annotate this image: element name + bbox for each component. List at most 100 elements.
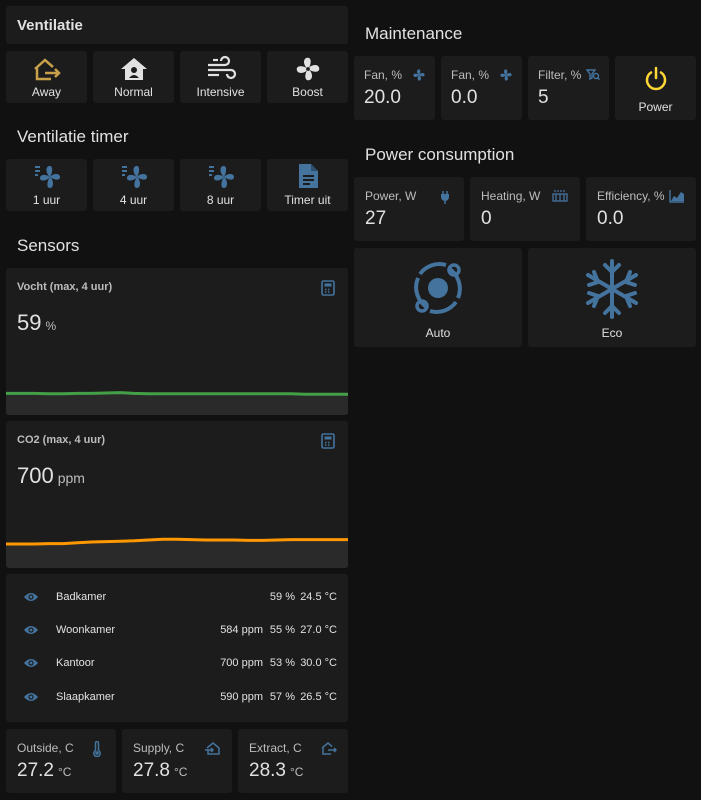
supply-temp-reading: 27.8 °C: [133, 760, 187, 782]
auto-mode-button[interactable]: Auto: [354, 248, 522, 347]
outside-temp-value: 27.2: [17, 760, 54, 781]
room-row[interactable]: Kantoor 700 ppm 53 % 30.0 °C: [6, 652, 348, 676]
humidity-history-area: [6, 392, 348, 415]
calculator-icon: [321, 280, 335, 296]
orbit-icon: [414, 262, 462, 314]
eco-mode-button[interactable]: Eco: [528, 248, 696, 347]
efficiency-value: 0.0: [597, 208, 624, 229]
co2-sensor-name: CO2 (max, 4 uur): [17, 434, 106, 446]
intensive-button[interactable]: Intensive: [180, 51, 261, 103]
supply-temp-unit: °C: [173, 765, 188, 779]
fan-icon: [296, 57, 319, 81]
snowflake-icon: [586, 259, 638, 319]
eye-icon: [24, 693, 38, 701]
power-plug-icon: [441, 191, 449, 204]
room-humidity: 53 %: [269, 657, 295, 669]
room-co2: 590 ppm: [220, 691, 263, 703]
heating-label: Heating, W: [481, 189, 541, 203]
timer-8-uur-label: 8 uur: [206, 193, 235, 207]
power-icon: [645, 66, 666, 91]
efficiency-tile[interactable]: Efficiency, % 0.0: [586, 177, 696, 241]
filter-tile[interactable]: Filter, % 5: [528, 56, 609, 120]
timer-4-uur-label: 4 uur: [119, 193, 148, 207]
extract-temp-tile[interactable]: Extract, C 28.3 °C: [238, 729, 348, 793]
room-temperature: 30.0 °C: [300, 657, 337, 669]
humidity-sensor-name: Vocht (max, 4 uur): [17, 281, 113, 293]
fan-icon: [500, 69, 512, 81]
supply-temp-tile[interactable]: Supply, C 27.8 °C: [122, 729, 232, 793]
ventilatie-header-card: Ventilatie: [6, 6, 348, 44]
away-button[interactable]: Away: [6, 51, 87, 103]
humidity-value: 59: [17, 310, 42, 335]
boost-button[interactable]: Boost: [267, 51, 348, 103]
co2-reading: 700 ppm: [17, 463, 85, 489]
room-co2: 700 ppm: [220, 657, 263, 669]
room-row[interactable]: Slaapkamer 590 ppm 57 % 26.5 °C: [6, 686, 348, 710]
extract-temp-value: 28.3: [249, 760, 286, 781]
fan-icon: [413, 69, 425, 81]
thermometer-icon: [93, 741, 101, 757]
room-co2: 584 ppm: [220, 624, 263, 636]
filter-search-icon: [586, 69, 600, 81]
co2-sensor-card[interactable]: CO2 (max, 4 uur) 700 ppm: [6, 421, 348, 568]
timer-uit-label: Timer uit: [284, 193, 331, 207]
sensors-title: Sensors: [17, 236, 80, 255]
ventilatie-title: Ventilatie: [17, 17, 83, 34]
maintenance-title: Maintenance: [365, 24, 463, 43]
extract-temp-unit: °C: [289, 765, 304, 779]
fan-supply-tile[interactable]: Fan, % 20.0: [354, 56, 435, 120]
supply-temp-value: 27.8: [133, 760, 170, 781]
fan-extract-value: 0.0: [451, 87, 478, 108]
fan-speed-1-icon: [34, 165, 60, 188]
calculator-icon: [321, 433, 335, 449]
room-name: Woonkamer: [56, 624, 116, 636]
co2-history-graph: [6, 537, 348, 568]
power-label: Power, W: [365, 189, 417, 203]
eco-mode-label: Eco: [601, 326, 623, 340]
power-consumption-title: Power consumption: [365, 145, 515, 164]
home-icon: [120, 58, 147, 80]
radiator-icon: [552, 190, 568, 202]
chart-areaspline-icon: [669, 190, 684, 203]
fan-speed-3-icon: [208, 165, 234, 188]
weather-windy-icon: [207, 55, 236, 80]
extract-temp-label: Extract, C: [249, 741, 302, 755]
filter-value: 5: [538, 87, 549, 108]
auto-mode-label: Auto: [425, 326, 451, 340]
efficiency-label: Efficiency, %: [597, 189, 665, 203]
humidity-sensor-card[interactable]: Vocht (max, 4 uur) 59%: [6, 268, 348, 415]
room-row[interactable]: Woonkamer 584 ppm 55 % 27.0 °C: [6, 619, 348, 643]
co2-unit: ppm: [57, 470, 85, 486]
room-name: Slaapkamer: [56, 691, 115, 703]
outside-temp-tile[interactable]: Outside, C 27.2 °C: [6, 729, 116, 793]
fan-extract-label: Fan, %: [451, 68, 490, 82]
intensive-label: Intensive: [196, 85, 245, 99]
timer-8-uur-button[interactable]: 8 uur: [180, 159, 261, 211]
home-export-icon: [33, 58, 61, 81]
away-label: Away: [31, 85, 62, 99]
heating-tile[interactable]: Heating, W 0: [470, 177, 580, 241]
room-row[interactable]: Badkamer 59 % 24.5 °C: [6, 586, 348, 610]
room-name: Kantoor: [56, 657, 95, 669]
ventilatie-timer-title: Ventilatie timer: [17, 127, 129, 146]
timer-1-uur-button[interactable]: 1 uur: [6, 159, 87, 211]
humidity-history-line: [6, 391, 348, 396]
room-temperature: 27.0 °C: [300, 624, 337, 636]
timer-1-uur-label: 1 uur: [32, 193, 61, 207]
home-export-icon: [321, 742, 337, 755]
fan-extract-tile[interactable]: Fan, % 0.0: [441, 56, 522, 120]
power-tile[interactable]: Power, W 27: [354, 177, 464, 241]
home-import-icon: [205, 742, 220, 755]
fan-speed-2-icon: [121, 165, 147, 188]
room-humidity: 59 %: [269, 591, 295, 603]
power-button[interactable]: Power: [615, 56, 696, 120]
power-label: Power: [638, 100, 673, 114]
timer-uit-button[interactable]: Timer uit: [267, 159, 348, 211]
timer-4-uur-button[interactable]: 4 uur: [93, 159, 174, 211]
outside-temp-reading: 27.2 °C: [17, 760, 71, 782]
normal-button[interactable]: Normal: [93, 51, 174, 103]
outside-temp-label: Outside, C: [17, 741, 74, 755]
fan-supply-value: 20.0: [364, 87, 401, 108]
room-humidity: 55 %: [269, 624, 295, 636]
room-temperature: 26.5 °C: [300, 691, 337, 703]
